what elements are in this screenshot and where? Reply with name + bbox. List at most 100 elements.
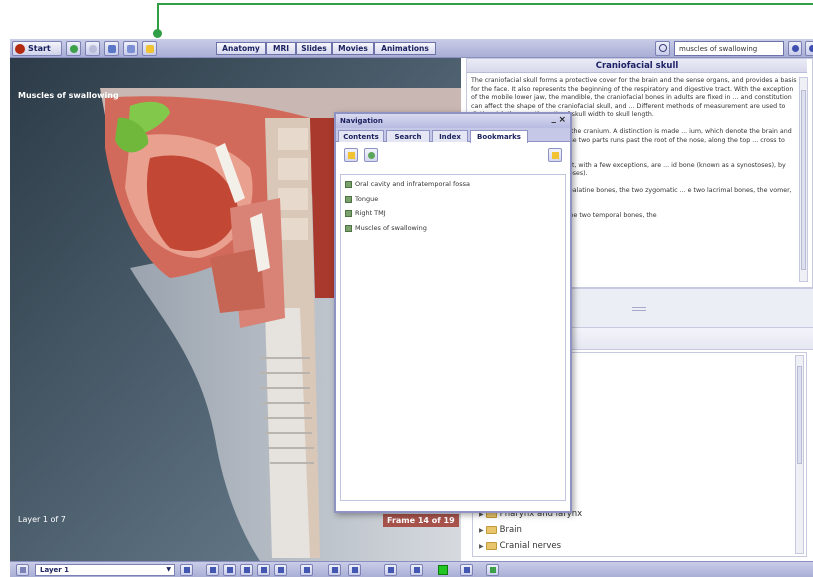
splitter-grip-icon[interactable] — [632, 307, 646, 311]
save-icon — [414, 567, 420, 573]
tab-contents[interactable]: Contents — [338, 130, 384, 142]
star-icon — [146, 45, 154, 53]
start-button[interactable]: Start — [12, 41, 62, 56]
bookmark-label: Right TMJ — [355, 209, 386, 217]
zoom-in-button[interactable] — [328, 564, 341, 576]
page-button[interactable] — [123, 41, 138, 56]
help-icon — [809, 45, 813, 52]
export-button[interactable] — [460, 564, 473, 576]
frame-indicator: Frame 14 of 19 — [383, 514, 459, 527]
next-frame-button[interactable] — [257, 564, 270, 576]
tab-animations[interactable]: Animations — [374, 42, 436, 55]
expand-icon[interactable]: ▶ — [479, 527, 484, 534]
print-button[interactable] — [384, 564, 397, 576]
lock-icon — [184, 567, 190, 573]
home-icon — [108, 45, 116, 53]
lock-button[interactable] — [180, 564, 193, 576]
tab-movies[interactable]: Movies — [332, 42, 374, 55]
bookmark-label: Tongue — [355, 195, 379, 203]
first-frame-icon — [227, 567, 233, 573]
layers-button[interactable] — [16, 564, 29, 576]
back-button[interactable] — [66, 41, 81, 56]
first-frame-button[interactable] — [223, 564, 236, 576]
start-icon — [15, 43, 25, 54]
bookmark-item[interactable]: Tongue — [345, 195, 378, 203]
rotate-icon — [304, 567, 310, 573]
prev-frame-button[interactable] — [240, 564, 253, 576]
expand-icon[interactable]: ▶ — [479, 543, 484, 550]
scroll-thumb[interactable] — [797, 366, 802, 464]
tree-scrollbar[interactable] — [795, 355, 804, 554]
bottom-toolbar: Layer 1 ▼ — [10, 561, 813, 577]
layer-select[interactable]: Layer 1 ▼ — [35, 564, 175, 576]
add-bookmark-button[interactable] — [344, 148, 358, 162]
help-button[interactable] — [805, 41, 813, 56]
next-frame-icon — [261, 567, 267, 573]
bookmark-item-icon — [345, 180, 352, 188]
layer-select-value: Layer 1 — [40, 566, 70, 574]
navigation-tabs: Contents Search Index Bookmarks — [336, 128, 570, 143]
back-arrow-icon — [70, 45, 78, 53]
app-window: Start Anatomy MRI Slides Movies Animatio… — [0, 0, 813, 577]
scroll-thumb[interactable] — [801, 90, 806, 270]
print-icon — [388, 567, 394, 573]
forward-button[interactable] — [85, 41, 100, 56]
zoom-out-button[interactable] — [348, 564, 361, 576]
callout-line — [157, 3, 813, 5]
tab-index[interactable]: Index — [432, 130, 468, 142]
navigation-dialog: Navigation _ × Contents Search Index Boo… — [334, 112, 572, 513]
search-go-button[interactable] — [788, 41, 802, 56]
zoom-out-icon — [352, 567, 358, 573]
folder-icon — [485, 542, 497, 550]
forward-arrow-icon — [89, 45, 97, 53]
page-icon — [127, 45, 135, 53]
sync-button[interactable] — [486, 564, 499, 576]
callout-line-vertical — [157, 3, 159, 31]
bookmark-item[interactable]: Oral cavity and infratemporal fossa — [345, 180, 470, 188]
start-label: Start — [28, 44, 51, 53]
link-button[interactable] — [206, 564, 219, 576]
search-input[interactable]: muscles of swallowing — [674, 41, 784, 56]
tree-item-cranial-nerves[interactable]: ▶ Cranial nerves — [479, 541, 561, 551]
layer-indicator: Layer 1 of 7 — [18, 515, 66, 524]
article-scrollbar[interactable] — [799, 77, 808, 282]
save-button[interactable] — [410, 564, 423, 576]
go-icon — [792, 45, 799, 52]
bookmark-item[interactable]: Right TMJ — [345, 209, 386, 217]
bookmark-item-icon — [345, 195, 352, 203]
minimize-icon[interactable]: _ — [552, 114, 557, 124]
tree-item-label: Cranial nerves — [499, 541, 562, 551]
export-icon — [464, 567, 470, 573]
favorites-button[interactable] — [548, 148, 562, 162]
home-button[interactable] — [104, 41, 119, 56]
chevron-down-icon[interactable]: ▼ — [166, 566, 171, 573]
search-icon[interactable] — [655, 41, 670, 56]
article-title: Craniofacial skull — [467, 59, 807, 73]
star-add-icon — [348, 152, 355, 159]
tab-mri[interactable]: MRI — [266, 42, 296, 55]
bookmark-list: Oral cavity and infratemporal fossa Tong… — [340, 174, 566, 501]
last-frame-button[interactable] — [274, 564, 287, 576]
bookmark-icon — [368, 152, 375, 159]
bookmark-label: Oral cavity and infratemporal fossa — [355, 180, 471, 188]
star-icon — [552, 152, 559, 159]
sync-icon — [490, 567, 496, 573]
link-icon — [210, 567, 216, 573]
status-indicator — [438, 565, 448, 575]
tab-search[interactable]: Search — [386, 130, 430, 142]
tree-item-label: Brain — [499, 525, 522, 535]
bookmark-button[interactable] — [142, 41, 157, 56]
top-toolbar: Start Anatomy MRI Slides Movies Animatio… — [10, 39, 813, 58]
rotate-button[interactable] — [300, 564, 313, 576]
tab-anatomy[interactable]: Anatomy — [216, 42, 266, 55]
bookmark-item[interactable]: Muscles of swallowing — [345, 224, 427, 232]
last-frame-icon — [278, 567, 284, 573]
tree-item-brain[interactable]: ▶ Brain — [479, 525, 522, 535]
delete-bookmark-button[interactable] — [364, 148, 378, 162]
callout-dot — [153, 29, 162, 38]
bookmark-item-icon — [345, 224, 352, 232]
viewer-title: Muscles of swallowing — [18, 91, 119, 100]
close-icon[interactable]: × — [558, 115, 566, 125]
prev-frame-icon — [244, 567, 250, 573]
tab-slides[interactable]: Slides — [296, 42, 332, 55]
